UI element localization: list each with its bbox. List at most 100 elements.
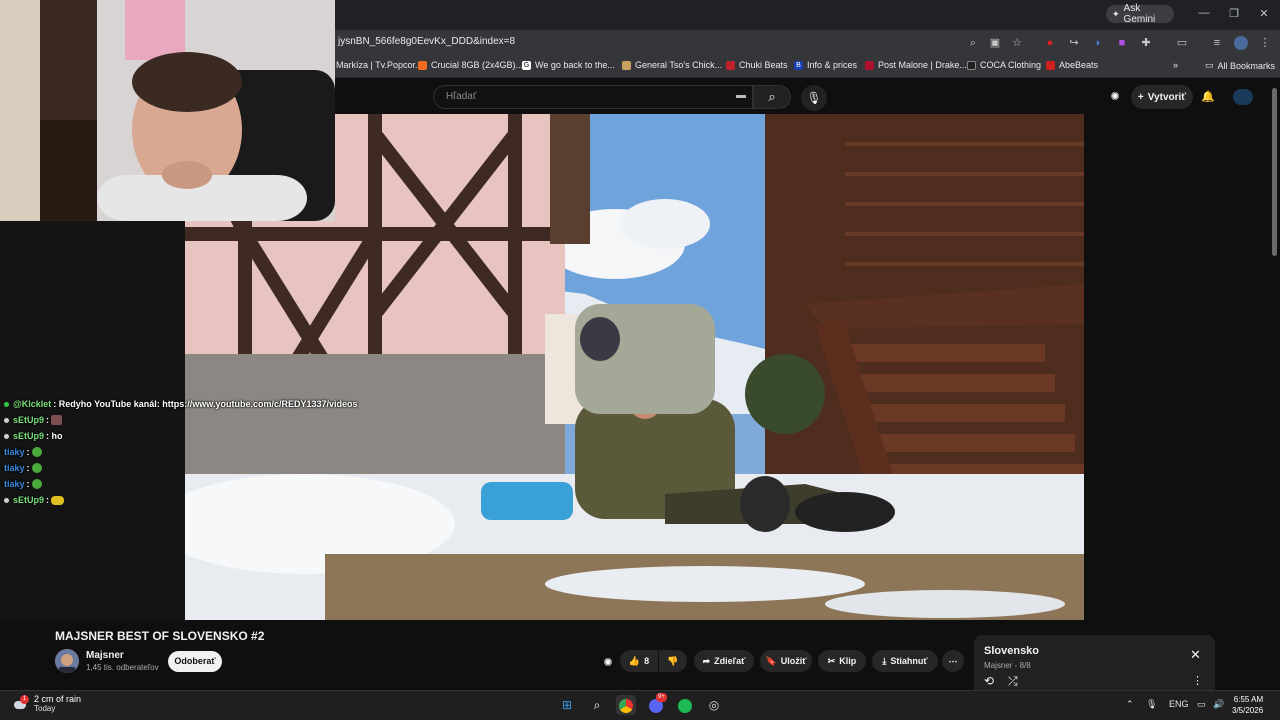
extension-red-icon[interactable]: ● bbox=[1043, 36, 1057, 50]
dislike-button[interactable]: 👎 bbox=[659, 650, 687, 672]
bookmarks-overflow-icon[interactable]: » bbox=[1173, 60, 1178, 70]
windows-taskbar: 1 2 cm of rain Today ⊞ ⌕ 9+ ◎ ⌃ 🎙 ENG ▭ … bbox=[0, 690, 1280, 720]
discord-badge: 9+ bbox=[656, 693, 667, 702]
minimize-button[interactable]: — bbox=[1196, 7, 1212, 19]
clip-button[interactable]: ✂ Klip bbox=[818, 650, 866, 672]
badge-icon bbox=[4, 433, 9, 439]
install-app-icon[interactable]: ▣ bbox=[988, 36, 1002, 50]
rain-cloud-icon: 1 bbox=[14, 695, 29, 711]
pepe-emote-icon bbox=[31, 463, 42, 473]
bookmark-favicon bbox=[622, 60, 631, 70]
loop-icon[interactable]: ⟲ bbox=[984, 674, 994, 688]
system-clock[interactable]: 6:55 AM 3/5/2026 bbox=[1232, 694, 1263, 716]
chat-username: tiaky bbox=[4, 447, 25, 457]
cast-icon[interactable]: ▭ bbox=[1175, 36, 1189, 50]
spotify-taskbar-icon[interactable] bbox=[675, 695, 695, 715]
reading-list-icon[interactable]: ≡ bbox=[1210, 36, 1224, 50]
video-info-section: MAJSNER BEST OF SLOVENSKO #2 Majsner 1,4… bbox=[0, 620, 1280, 695]
playlist-menu-icon[interactable]: ⋮ bbox=[1192, 674, 1203, 687]
keyboard-icon[interactable]: ▬ bbox=[736, 90, 746, 101]
all-bookmarks-button[interactable]: ▭ All Bookmarks bbox=[1205, 60, 1275, 71]
ask-sparkle-icon[interactable]: ✺ bbox=[601, 656, 615, 670]
subscribe-button[interactable]: Odoberať bbox=[168, 651, 222, 672]
close-playlist-icon[interactable]: ✕ bbox=[1190, 647, 1201, 663]
bookmark-star-icon[interactable]: ☆ bbox=[1010, 36, 1024, 50]
badge-icon bbox=[4, 401, 9, 407]
gemini-sparkle-icon[interactable]: ✺ bbox=[1108, 90, 1122, 104]
extension-arrow-icon[interactable]: ↪ bbox=[1067, 36, 1081, 50]
search-button[interactable]: ⌕ bbox=[753, 85, 791, 109]
bookmark-item[interactable]: Markíza | Tv.Popcor... bbox=[336, 60, 423, 70]
chat-username: sEtUp9 bbox=[13, 431, 45, 441]
zoom-icon[interactable]: ⌕ bbox=[966, 36, 980, 50]
chat-text: : bbox=[26, 479, 30, 489]
weather-day: Today bbox=[34, 704, 56, 713]
extension-blue-icon[interactable]: ◗ bbox=[1091, 36, 1105, 50]
channel-name[interactable]: Majsner bbox=[86, 650, 124, 661]
bookmark-favicon bbox=[418, 60, 427, 70]
discord-taskbar-icon[interactable]: 9+ bbox=[646, 693, 667, 715]
bookmark-item[interactable]: AbeBeats bbox=[1046, 60, 1098, 70]
bookmark-favicon bbox=[967, 60, 976, 70]
search-input[interactable]: Hľadať ▬ bbox=[433, 85, 753, 109]
tray-overflow-icon[interactable]: ⌃ bbox=[1126, 699, 1134, 710]
account-avatar[interactable] bbox=[1233, 89, 1253, 105]
bookmark-item[interactable]: B Info & prices bbox=[794, 60, 857, 70]
gemini-icon: ✦ bbox=[1112, 8, 1120, 19]
save-button[interactable]: 🔖 Uložiť bbox=[760, 650, 812, 672]
playlist-title[interactable]: Slovensko bbox=[984, 645, 1039, 657]
weather-widget[interactable]: 1 2 cm of rain Today bbox=[14, 694, 81, 713]
voice-search-button[interactable]: 🎙 bbox=[801, 85, 827, 111]
share-button[interactable]: ➦ Zdieľať bbox=[694, 650, 754, 672]
extension-purple-icon[interactable]: ■ bbox=[1115, 36, 1129, 50]
badge-icon bbox=[4, 497, 9, 503]
extensions-puzzle-icon[interactable]: ✚ bbox=[1139, 36, 1153, 50]
thumbs-down-icon: 👎 bbox=[667, 655, 679, 666]
search-icon: ⌕ bbox=[768, 89, 776, 104]
page-scrollbar[interactable] bbox=[1272, 88, 1277, 256]
download-button[interactable]: ⤓ Stiahnuť bbox=[872, 650, 938, 672]
bookmark-item[interactable]: G We go back to the... bbox=[522, 60, 615, 70]
maximize-button[interactable]: ❐ bbox=[1226, 7, 1242, 20]
more-actions-button[interactable]: ⋯ bbox=[942, 650, 964, 672]
bookmark-favicon: B bbox=[794, 60, 803, 70]
chrome-taskbar-icon[interactable] bbox=[616, 695, 636, 715]
shuffle-icon[interactable]: ⤮ bbox=[1008, 674, 1018, 689]
volume-icon[interactable]: 🔊 bbox=[1213, 699, 1224, 710]
chat-text: : ho bbox=[46, 431, 63, 441]
like-button[interactable]: 👍 8 bbox=[620, 650, 658, 672]
weather-text: 2 cm of rain bbox=[34, 694, 82, 704]
notifications-bell-icon[interactable]: 🔔 bbox=[1201, 90, 1215, 104]
url-field[interactable]: jysnBN_566fe8g0EevKx_DDD&index=8 bbox=[338, 36, 515, 47]
chrome-menu-icon[interactable]: ⋮ bbox=[1258, 36, 1272, 50]
chat-text: : bbox=[46, 415, 50, 425]
webcam-overlay bbox=[97, 0, 335, 221]
bookmark-item[interactable]: COCA Clothing bbox=[967, 60, 1041, 70]
bookmark-item[interactable]: General Tso's Chick... bbox=[622, 60, 722, 70]
search-taskbar-icon[interactable]: ⌕ bbox=[587, 695, 607, 715]
ask-gemini-button[interactable]: ✦ Ask Gemini bbox=[1106, 3, 1174, 25]
bookmark-item[interactable]: Chuki Beats bbox=[726, 60, 788, 70]
chat-message: @Klcklet : Redyho YouTube kanál: https:/… bbox=[4, 399, 358, 409]
close-window-button[interactable]: ✕ bbox=[1256, 7, 1272, 20]
microphone-tray-icon[interactable]: 🎙 bbox=[1146, 699, 1157, 710]
profile-avatar-icon[interactable] bbox=[1234, 36, 1248, 50]
video-title: MAJSNER BEST OF SLOVENSKO #2 bbox=[55, 629, 265, 643]
chat-username: sEtUp9 bbox=[13, 495, 45, 505]
bookmark-item[interactable]: Post Malone | Drake... bbox=[865, 60, 967, 70]
chat-username: tiaky bbox=[4, 463, 25, 473]
chat-message: sEtUp9 : ho bbox=[4, 431, 63, 441]
app-taskbar-icon[interactable]: ◎ bbox=[704, 695, 724, 715]
channel-avatar[interactable] bbox=[55, 649, 79, 673]
chat-message: tiaky : bbox=[4, 479, 42, 489]
windows-start-icon[interactable]: ⊞ bbox=[557, 695, 577, 715]
scissors-icon: ✂ bbox=[827, 655, 836, 666]
create-button[interactable]: + Vytvoriť bbox=[1131, 85, 1193, 109]
bookmark-favicon bbox=[1046, 60, 1055, 70]
chat-text: : bbox=[46, 495, 50, 505]
weather-alert-badge: 1 bbox=[20, 695, 29, 704]
bookmark-item[interactable]: Crucial 8GB (2x4GB)... bbox=[418, 60, 523, 70]
language-indicator[interactable]: ENG bbox=[1169, 699, 1189, 709]
pepe-emote-icon bbox=[31, 479, 42, 489]
network-icon[interactable]: ▭ bbox=[1197, 699, 1206, 710]
